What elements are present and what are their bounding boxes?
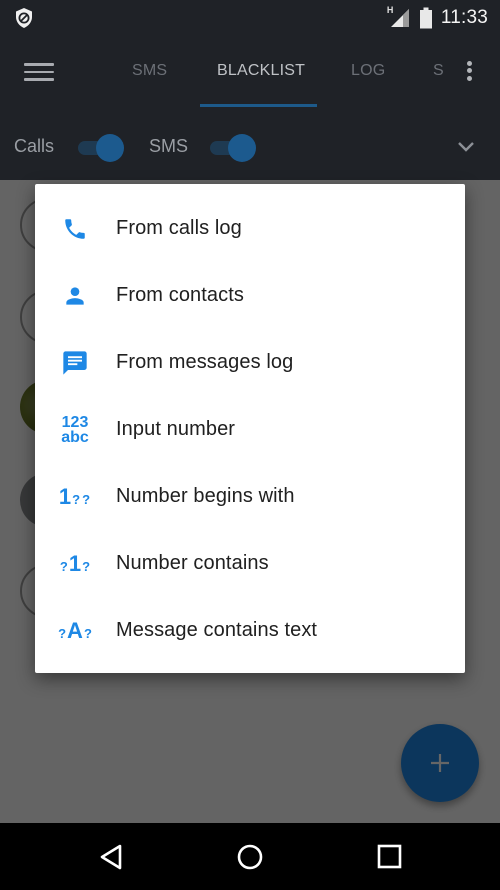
sms-filter-label: SMS (149, 136, 189, 156)
menu-item-input-number[interactable]: 123 abc Input number (35, 396, 465, 463)
home-icon (237, 844, 263, 870)
tab-log[interactable]: LOG (351, 62, 385, 80)
active-tab-indicator (200, 104, 317, 107)
hamburger-menu-icon (24, 63, 54, 81)
status-bar: H 11:33 (0, 0, 500, 36)
overflow-menu-button[interactable] (462, 58, 476, 86)
tab-settings[interactable]: S (433, 62, 444, 80)
app-toolbar: SMS BLACKLIST LOG S Calls SMS (0, 36, 500, 180)
add-to-blacklist-dialog: From calls log From contacts From messag… (35, 184, 465, 673)
tab-blacklist[interactable]: BLACKLIST (217, 62, 305, 80)
calls-filter-label: Calls (14, 136, 55, 156)
menu-item-label: From messages log (116, 351, 294, 373)
menu-item-label: Input number (116, 418, 236, 440)
menu-item-message-contains-text[interactable]: ? A ? Message contains text (35, 597, 465, 664)
person-icon (66, 286, 84, 305)
chevron-down-icon (458, 142, 474, 152)
tab-bar: SMS BLACKLIST LOG S (100, 36, 450, 108)
menu-item-number-contains[interactable]: ? 1 ? Number contains (35, 530, 465, 597)
menu-item-label: Message contains text (116, 619, 318, 641)
signal-icon: H (387, 5, 411, 29)
recents-button[interactable] (376, 843, 404, 871)
calls-toggle[interactable] (78, 134, 124, 162)
menu-item-label: From calls log (116, 217, 242, 239)
more-vert-icon (462, 60, 476, 81)
keypad-123abc-icon: 123 abc (61, 413, 89, 446)
text-contains-icon: ? A ? (58, 617, 92, 643)
back-icon (100, 844, 122, 870)
home-button[interactable] (236, 843, 264, 871)
filter-row: Calls SMS (0, 124, 500, 172)
message-icon (63, 350, 87, 375)
back-button[interactable] (98, 843, 126, 871)
menu-item-number-begins-with[interactable]: 1 ? ? Number begins with (35, 463, 465, 530)
menu-item-from-calls-log[interactable]: From calls log (35, 195, 465, 262)
phone-icon (65, 218, 85, 239)
number-begins-icon: 1 ? ? (58, 483, 91, 509)
menu-item-from-contacts[interactable]: From contacts (35, 262, 465, 329)
clock: 11:33 (440, 7, 488, 28)
shield-block-icon (16, 8, 32, 28)
menu-item-label: From contacts (116, 284, 244, 306)
number-contains-icon: ? 1 ? (59, 550, 91, 576)
menu-item-from-messages-log[interactable]: From messages log (35, 329, 465, 396)
system-nav-bar (0, 823, 500, 890)
tab-sms[interactable]: SMS (132, 62, 167, 80)
recents-icon (377, 844, 402, 869)
hamburger-menu-button[interactable] (24, 58, 54, 88)
menu-item-label: Number contains (116, 552, 269, 574)
battery-icon (419, 7, 432, 29)
sms-toggle[interactable] (210, 134, 256, 162)
expand-filters-button[interactable] (454, 134, 478, 158)
menu-item-label: Number begins with (116, 485, 295, 507)
